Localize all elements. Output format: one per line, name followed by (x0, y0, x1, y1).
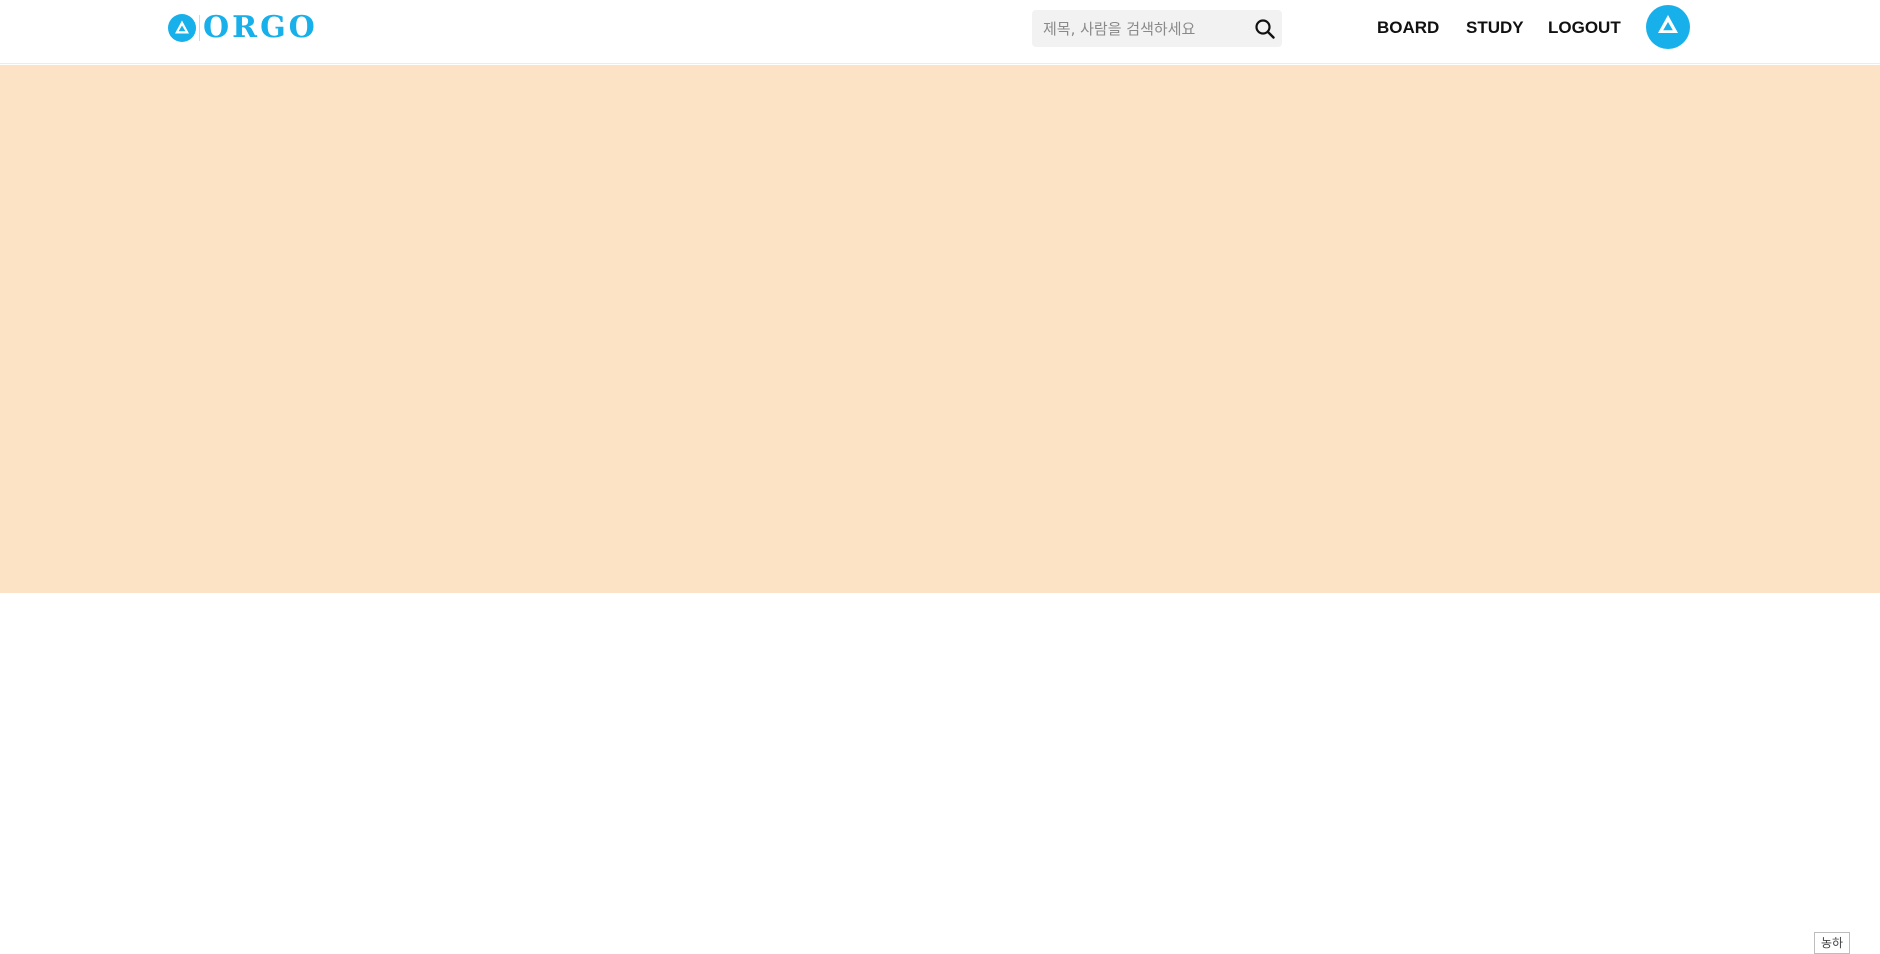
nav-study-link[interactable]: STUDY (1466, 16, 1524, 40)
hero-banner (0, 65, 1880, 593)
user-avatar-icon[interactable] (1646, 5, 1690, 49)
orgo-logo-triangle-icon (168, 14, 196, 42)
top-header: ORGO BOARD STUDY LOGOUT (0, 0, 1880, 64)
nav-logout-link[interactable]: LOGOUT (1548, 16, 1621, 40)
search-bar (1032, 10, 1282, 47)
logo-text: ORGO (203, 10, 318, 45)
search-input[interactable] (1032, 10, 1242, 47)
nav-board-link[interactable]: BOARD (1377, 16, 1439, 40)
orgo-logo[interactable]: ORGO (168, 13, 318, 43)
search-icon[interactable] (1254, 18, 1276, 40)
logo-divider (199, 15, 200, 41)
corner-button[interactable]: 농하 (1814, 932, 1850, 954)
